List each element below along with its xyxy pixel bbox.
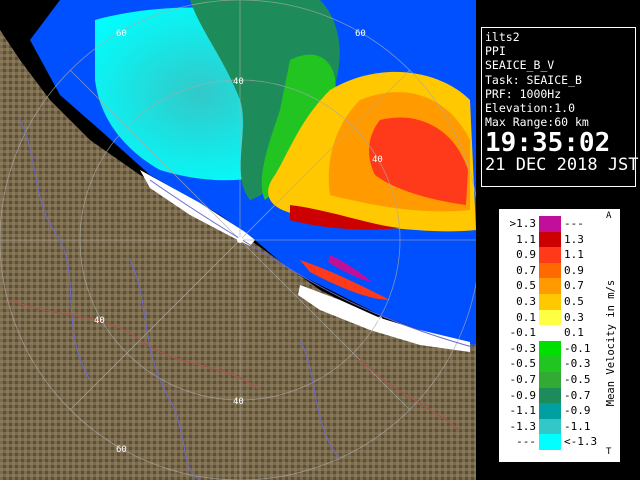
legend-row-low-value: 1.1 — [516, 232, 536, 246]
radar-image[interactable]: 60 40 60 40 40 40 60 40 — [0, 0, 476, 480]
legend-row-high-value: --- — [564, 217, 584, 230]
legend-color-swatch — [539, 434, 561, 450]
range-label-south-60: 60 — [116, 445, 127, 455]
legend-row: -0.1 0.1 — [499, 325, 620, 341]
legend-row-high-value: 0.5 — [564, 295, 584, 308]
legend-color-swatch — [539, 309, 561, 326]
scan-time: 19:35:02 — [485, 128, 611, 159]
range-label-north-60: 60 — [116, 29, 127, 39]
legend-row: 0.5 0.7 — [499, 278, 620, 294]
legend-row: -1.1 -0.9 — [499, 403, 620, 419]
radar-site-marker — [237, 237, 243, 243]
legend-row-low-value: -0.3 — [509, 341, 537, 355]
legend-row-high-value: -1.1 — [564, 419, 591, 433]
legend-color-swatch — [539, 262, 561, 279]
legend-row: -0.3 -0.1 — [499, 340, 620, 357]
legend-row-low-value: 0.5 — [516, 279, 536, 293]
range-label-ne-40: 40 — [372, 155, 383, 165]
legend-row-high-value: 0.1 — [564, 326, 584, 340]
legend-row-high-value: -0.5 — [564, 373, 591, 386]
legend-row-low-value: 0.7 — [516, 263, 536, 277]
product-type: PPI — [485, 44, 506, 59]
legend-row-high-value: 0.9 — [564, 263, 584, 277]
legend-row-low-value: -0.5 — [509, 357, 537, 371]
legend-row: -0.5 -0.3 — [499, 356, 620, 372]
scan-name: SEAICE_B_V — [485, 58, 555, 73]
site-name: ilts2 — [485, 30, 520, 44]
range-label-east-40: 40 — [372, 316, 383, 326]
legend-title: Mean Velocity in m/s — [605, 279, 617, 407]
legend-color-swatch — [539, 403, 561, 419]
legend-row-high-value: -0.1 — [564, 341, 591, 355]
legend-color-swatch — [539, 231, 561, 248]
legend-color-swatch — [539, 418, 561, 435]
legend-row-high-value: 0.3 — [564, 310, 584, 324]
legend-color-swatch — [539, 278, 561, 294]
legend-top-marker: A — [606, 211, 612, 221]
legend-row-high-value: 0.7 — [564, 279, 584, 293]
legend-row: 0.3 0.5 — [499, 294, 620, 310]
legend-color-swatch — [539, 247, 561, 263]
legend-row: -0.7 -0.5 — [499, 372, 620, 388]
task-name: Task: SEAICE_B — [485, 72, 582, 87]
legend-row-low-value: -1.1 — [509, 404, 537, 418]
legend-row-high-value: -0.3 — [564, 357, 591, 371]
legend-row-low-value: -0.7 — [509, 373, 537, 386]
legend-row-low-value: -0.9 — [509, 388, 537, 402]
legend-row: 0.9 1.1 — [499, 247, 620, 263]
range-label-south-40: 40 — [233, 397, 244, 407]
legend-color-swatch — [539, 356, 561, 372]
legend-color-swatch — [539, 294, 561, 310]
velocity-legend: >1.3 --- 1.1 1.3 0.9 1.1 0.7 0.9 0.5 0.7 0.3 0.5 0.1… — [499, 209, 620, 462]
legend-row-low-value: 0.3 — [516, 295, 536, 308]
legend-color-swatch — [539, 387, 561, 404]
legend-row: >1.3 --- — [499, 216, 620, 232]
legend-title-container: Mean Velocity in m/s — [603, 239, 617, 449]
legend-row-low-value: 0.9 — [516, 248, 536, 262]
prf-value: PRF: 1000Hz — [485, 86, 562, 101]
legend-color-swatch — [539, 216, 561, 232]
legend-row-low-value: >1.3 — [509, 217, 537, 230]
range-label-west-40: 40 — [94, 316, 105, 326]
legend-row-high-value: 1.1 — [564, 248, 584, 262]
legend-row: 1.1 1.3 — [499, 231, 620, 248]
legend-row-low-value: -0.1 — [509, 326, 537, 340]
range-label-north-40: 40 — [233, 77, 244, 87]
legend-bottom-marker: T — [606, 447, 612, 457]
elevation-value: Elevation:1.0 — [485, 101, 576, 116]
scan-info-panel: ilts2 PPI SEAICE_B_V Task: SEAICE_B PRF:… — [481, 27, 639, 187]
scan-date: 21 DEC 2018 JST — [485, 155, 639, 176]
range-label-ne-60: 60 — [355, 29, 366, 39]
legend-row-low-value: --- — [516, 435, 536, 449]
legend-color-swatch — [539, 340, 561, 357]
legend-row: 0.1 0.3 — [499, 309, 620, 326]
radar-ppi-view[interactable]: 60 40 60 40 40 40 60 40 — [0, 0, 476, 480]
legend-row-high-value: -0.9 — [564, 404, 591, 418]
legend-row: -0.9 -0.7 — [499, 387, 620, 404]
max-range-value: Max Range:60 km — [485, 115, 589, 130]
legend-row: 0.7 0.9 — [499, 262, 620, 279]
legend-row-low-value: 0.1 — [516, 310, 536, 324]
legend-row-low-value: -1.3 — [509, 419, 537, 433]
legend-color-swatch — [539, 325, 561, 341]
legend-row-high-value: 1.3 — [564, 232, 584, 246]
legend-row-high-value: -0.7 — [564, 388, 591, 402]
legend-row: -1.3 -1.1 — [499, 418, 620, 435]
legend-color-swatch — [539, 372, 561, 388]
legend-row-high-value: <-1.3 — [564, 435, 598, 449]
legend-row: --- <-1.3 — [499, 434, 620, 450]
